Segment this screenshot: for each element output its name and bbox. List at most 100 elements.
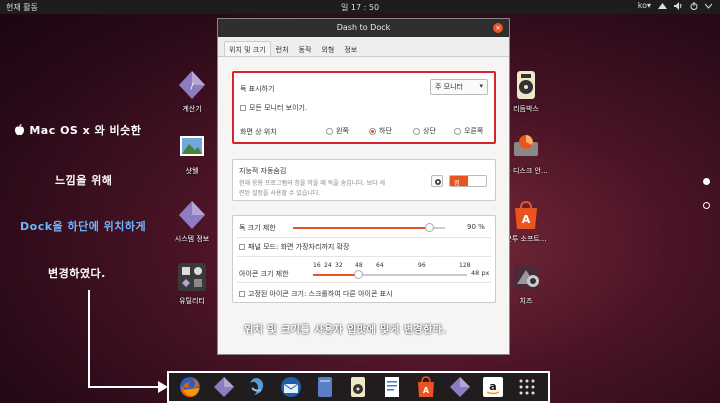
disk-usage-icon	[514, 135, 538, 156]
arrow-vertical	[88, 290, 90, 387]
autohide-settings-button[interactable]	[431, 175, 443, 187]
dock-size-knob[interactable]	[425, 223, 435, 232]
radio-bottom[interactable]: 하단	[369, 126, 392, 136]
annotation-bottom: 위치 및 크기를 사용자 입맛에 맞게 변경한다.	[244, 325, 447, 336]
workspace-indicator-1[interactable]	[703, 178, 710, 185]
desktop-icon-utilities[interactable]: 유틸리티	[162, 262, 222, 306]
tick-64: 64	[376, 262, 384, 269]
ubuntu-software-icon: A	[515, 200, 537, 229]
dock: A a	[167, 371, 550, 403]
amazon-icon: a	[483, 377, 504, 397]
svg-text:A: A	[522, 213, 531, 226]
diamond-app2-icon	[449, 377, 470, 397]
tab-appearance[interactable]: 외형	[316, 41, 339, 56]
language-indicator[interactable]: ko▾	[638, 1, 651, 10]
activities-button[interactable]: 현재 활동	[6, 2, 38, 13]
icon-size-label: 아이콘 크기 제한	[239, 270, 289, 278]
dash-to-dock-dialog: Dash to Dock × 위치 및 크기 런처 동작 외형 정보 독 표시하…	[217, 18, 510, 355]
desktop-icon-shotwell[interactable]: 샷웰	[162, 132, 222, 176]
close-button[interactable]: ×	[493, 23, 503, 33]
all-monitors-checkbox[interactable]: 모든 모니터 보이기.	[240, 103, 307, 113]
radio-right[interactable]: 오른쪽	[454, 126, 483, 136]
radio-left[interactable]: 왼쪽	[326, 126, 349, 136]
icon-size-slider[interactable]	[313, 270, 467, 279]
tick-96: 96	[418, 262, 426, 269]
divider	[237, 237, 491, 238]
diamond-app-icon	[213, 377, 234, 397]
svg-text:A: A	[423, 386, 430, 395]
firefox-icon	[179, 377, 200, 398]
show-on-label: 독 표시하기	[240, 85, 275, 93]
thunderbird-icon	[281, 377, 302, 397]
toggle-knob	[468, 176, 486, 186]
cheese-icon	[514, 265, 539, 289]
icon-size-knob[interactable]	[354, 270, 363, 279]
divider	[237, 256, 491, 257]
tick-24: 24	[324, 262, 332, 269]
dock-software[interactable]: A	[415, 376, 437, 398]
dock-thunderbird[interactable]	[280, 376, 302, 398]
arrow-horizontal	[88, 386, 164, 388]
writer-icon	[385, 377, 400, 397]
dock-firefox[interactable]	[179, 376, 201, 398]
top-bar: 현재 활동 일 17 : 50 ko▾	[0, 0, 720, 14]
annotation-line-4: 변경하였다.	[48, 267, 106, 280]
software-icon: A	[417, 376, 434, 397]
rhythmbox-icon	[517, 71, 535, 99]
desktop-icon-calculator[interactable]: / 계산기	[162, 70, 222, 114]
dock-size-value: 90 %	[467, 223, 485, 231]
gear-icon	[434, 178, 441, 185]
autohide-desc-2: 련된 설정을 사용할 수 있습니다.	[239, 190, 321, 197]
dock-files[interactable]	[314, 376, 336, 398]
panel-mode-checkbox[interactable]: 패널 모드: 화면 가장자리까지 확장	[239, 242, 349, 252]
tab-position-size[interactable]: 위치 및 크기	[224, 41, 271, 56]
tab-about[interactable]: 정보	[339, 41, 362, 56]
volume-icon	[674, 1, 682, 10]
tick-48: 48	[355, 262, 363, 269]
dock-steam-like[interactable]	[246, 376, 268, 398]
tab-launchers[interactable]: 런처	[271, 41, 294, 56]
dock-size-label: 독 크기 제한	[239, 224, 276, 232]
utilities-folder-icon	[178, 263, 206, 291]
radio-top[interactable]: 상단	[413, 126, 436, 136]
dock-diamond-app[interactable]	[213, 376, 235, 398]
clock[interactable]: 일 17 : 50	[341, 2, 379, 13]
workspace-indicator-2[interactable]	[703, 202, 710, 209]
steam-like-icon	[250, 378, 264, 395]
chevron-down-icon	[705, 3, 712, 9]
tab-bar: 위치 및 크기 런처 동작 외형 정보	[218, 37, 509, 57]
autohide-toggle[interactable]: 켬	[449, 175, 487, 187]
icon-size-fill	[313, 274, 359, 276]
monitor-select[interactable]: 주 모니터 ▾	[430, 79, 488, 95]
rhythmbox-icon	[351, 377, 366, 397]
screen-position-label: 화면 상 위치	[240, 128, 277, 136]
dock-diamond-app-2[interactable]	[449, 376, 471, 398]
system-tray[interactable]: ko▾	[638, 1, 712, 10]
dialog-titlebar[interactable]: Dash to Dock ×	[218, 19, 509, 37]
autohide-title: 지능적 자동숨김	[239, 167, 287, 175]
annotation-line-3: Dock을 하단에 위치하게	[20, 220, 147, 233]
desktop-icon-system-info[interactable]: 시스템 정보	[162, 200, 222, 244]
dock-size-slider[interactable]	[293, 223, 445, 232]
dock-writer[interactable]	[381, 376, 403, 398]
system-info-icon	[179, 201, 205, 229]
dock-rhythmbox[interactable]	[347, 376, 369, 398]
dialog-title: Dash to Dock	[336, 23, 391, 32]
shotwell-icon	[180, 136, 204, 156]
annotation-line-1: Mac OS x 와 비슷한	[14, 122, 141, 138]
app-grid-icon	[519, 379, 535, 395]
toggle-on-label: 켬	[454, 180, 460, 187]
position-panel: 독 표시하기 주 모니터 ▾ 모든 모니터 보이기. 화면 상 위치 왼쪽 하단…	[232, 71, 496, 144]
autohide-panel: 지능적 자동숨김 현재 응용 프로그램의 창을 막을 때 독을 숨깁니다. 보다…	[232, 159, 496, 201]
divider	[237, 282, 491, 283]
tick-32: 32	[335, 262, 343, 269]
dock-amazon[interactable]: a	[482, 376, 504, 398]
power-icon	[690, 1, 698, 10]
files-icon	[317, 377, 332, 397]
dock-show-applications[interactable]	[516, 376, 538, 398]
network-icon	[658, 2, 667, 9]
autohide-desc-1: 현재 응용 프로그램의 창을 막을 때 독을 숨깁니다. 보다 세	[239, 180, 386, 187]
apple-icon	[15, 124, 24, 136]
tab-behavior[interactable]: 동작	[294, 41, 317, 56]
fixed-icon-checkbox[interactable]: 고정된 아이콘 크기: 스크롤하여 다른 아이콘 표시	[239, 289, 393, 299]
